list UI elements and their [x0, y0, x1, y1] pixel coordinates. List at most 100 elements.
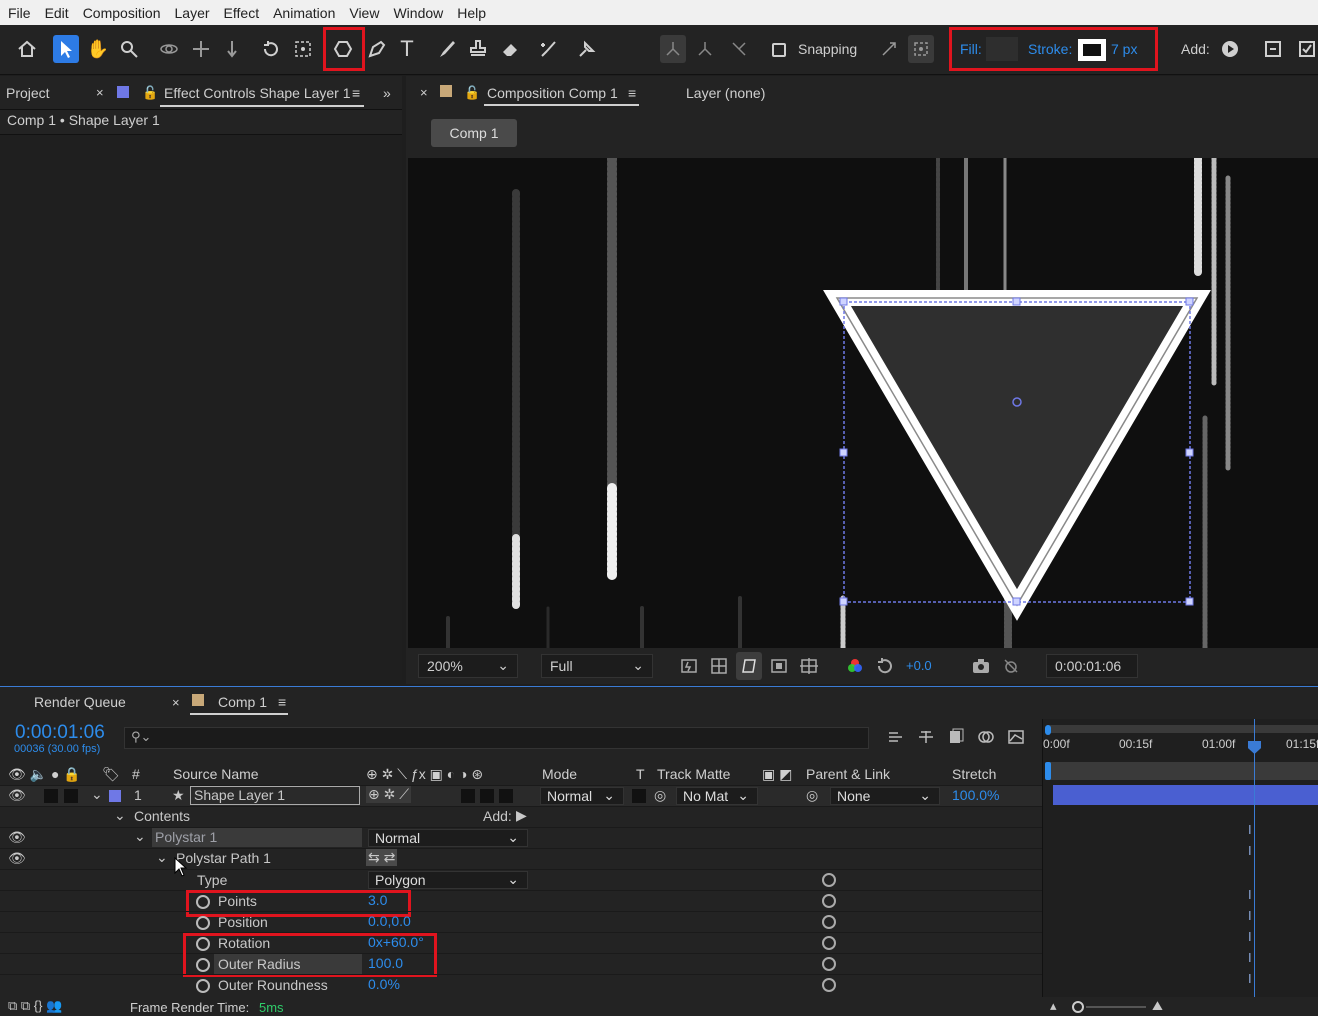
- pan-camera-icon[interactable]: [188, 35, 214, 63]
- menu-file[interactable]: File: [8, 5, 31, 21]
- magnification-dropdown[interactable]: 200% ⌄: [418, 654, 518, 678]
- selection-tool-icon[interactable]: [53, 35, 79, 63]
- zoom-tool-icon[interactable]: [116, 35, 142, 63]
- orbit-camera-icon[interactable]: [156, 35, 182, 63]
- keyframe-icon[interactable]: I: [1248, 971, 1252, 986]
- solo-toggle[interactable]: [44, 789, 58, 803]
- expression-pick-whip-icon[interactable]: [822, 957, 836, 971]
- time-ruler[interactable]: 0:00f 00:15f 01:00f 01:15f: [1043, 737, 1318, 759]
- type-tool-icon[interactable]: T: [394, 35, 420, 63]
- timeline-graph[interactable]: 0:00f 00:15f 01:00f 01:15f I I I I I I I: [1042, 719, 1318, 1016]
- layer-switches-icons[interactable]: ⊕ ✲ ⟋: [366, 786, 412, 803]
- snapshot-camera-icon[interactable]: [968, 652, 994, 680]
- parent-dropdown[interactable]: None ⌄: [830, 787, 940, 805]
- expression-pick-whip-icon[interactable]: [822, 873, 836, 887]
- keyframe-icon[interactable]: I: [1248, 822, 1252, 837]
- home-icon[interactable]: [14, 35, 40, 63]
- tab-comp-1[interactable]: Comp 1: [218, 694, 267, 710]
- keyframe-icon[interactable]: I: [1248, 929, 1252, 944]
- panel-menu-icon[interactable]: ≡: [352, 85, 360, 101]
- col-stretch[interactable]: Stretch: [952, 766, 996, 782]
- menu-edit[interactable]: Edit: [45, 5, 69, 21]
- close-tab-icon[interactable]: ×: [172, 695, 180, 710]
- channels-icon[interactable]: [842, 652, 868, 680]
- keyframe-icon[interactable]: I: [1248, 887, 1252, 902]
- snap-features-icon[interactable]: [908, 35, 934, 63]
- col-source-name[interactable]: Source Name: [173, 766, 259, 782]
- expand-chevron-icon[interactable]: ⌄: [134, 828, 146, 845]
- resolution-dropdown[interactable]: Full ⌄: [541, 654, 653, 678]
- expand-panels-icon[interactable]: »: [383, 85, 391, 101]
- layer-name[interactable]: Shape Layer 1: [190, 786, 360, 805]
- work-area-bar[interactable]: [1047, 725, 1318, 733]
- zoom-in-icon[interactable]: ⛰: [1152, 998, 1163, 1014]
- stopwatch-icon[interactable]: [196, 979, 210, 993]
- contents-row[interactable]: ⌄ Contents Add: ▶: [0, 806, 1042, 827]
- dolly-camera-icon[interactable]: [219, 35, 245, 63]
- expand-chevron-icon[interactable]: ⌄: [114, 807, 126, 824]
- tab-render-queue[interactable]: Render Queue: [34, 694, 126, 710]
- current-time[interactable]: 0:00:01:06: [15, 722, 105, 744]
- fast-previews-icon[interactable]: [676, 652, 702, 680]
- col-track-matte[interactable]: Track Matte: [657, 766, 730, 782]
- fill-color-swatch[interactable]: [986, 37, 1018, 61]
- polystar-group-name[interactable]: Polystar 1: [152, 828, 362, 847]
- lock-toggle[interactable]: [64, 789, 78, 803]
- brush-tool-icon[interactable]: [434, 35, 460, 63]
- anchor-point-tool-icon[interactable]: [290, 35, 316, 63]
- add-play-icon[interactable]: [1217, 35, 1243, 63]
- puppet-pin-tool-icon[interactable]: [574, 35, 600, 63]
- expression-pick-whip-icon[interactable]: [822, 978, 836, 992]
- clone-stamp-tool-icon[interactable]: [465, 35, 491, 63]
- lock-icon[interactable]: 🔓: [464, 85, 480, 101]
- property-row-outer-roundness[interactable]: Outer Roundness 0.0%: [0, 974, 1042, 995]
- position-value[interactable]: 0.0,0.0: [368, 913, 411, 929]
- stroke-color-swatch[interactable]: [1078, 39, 1106, 61]
- layer-duration-bar[interactable]: [1053, 785, 1318, 805]
- menu-effect[interactable]: Effect: [224, 5, 260, 21]
- pick-whip-icon[interactable]: ◎: [654, 787, 666, 804]
- eye-icon[interactable]: 👁: [8, 787, 26, 804]
- type-dropdown[interactable]: Polygon ⌄: [368, 871, 528, 889]
- tab-effect-controls[interactable]: Effect Controls Shape Layer 1: [164, 85, 351, 101]
- polystar-mode-dropdown[interactable]: Normal ⌄: [368, 829, 528, 847]
- mode-dropdown[interactable]: Normal ⌄: [540, 787, 624, 805]
- region-of-interest-icon[interactable]: [766, 652, 792, 680]
- tab-composition[interactable]: Composition Comp 1: [487, 85, 618, 101]
- snap-edge-icon[interactable]: [876, 35, 902, 63]
- close-tab-icon[interactable]: ×: [96, 85, 104, 100]
- polystar-group-row[interactable]: 👁 ⌄ Polystar 1 Normal ⌄: [0, 827, 1042, 848]
- fill-label[interactable]: Fill:: [960, 41, 982, 57]
- show-snapshot-icon[interactable]: [998, 652, 1024, 680]
- motion-blur-icon[interactable]: [974, 725, 998, 749]
- roto-brush-tool-icon[interactable]: [536, 35, 562, 63]
- switch-box[interactable]: [461, 789, 475, 803]
- eraser-tool-icon[interactable]: [497, 35, 523, 63]
- graph-editor-icon[interactable]: [1004, 725, 1028, 749]
- preserve-transparency-toggle[interactable]: [632, 789, 646, 803]
- property-row-position[interactable]: Position 0.0,0.0: [0, 911, 1042, 932]
- zoom-out-icon[interactable]: ▴: [1050, 998, 1057, 1014]
- toggle-panel-icon[interactable]: [1260, 35, 1286, 63]
- property-row-outer-radius[interactable]: Outer Radius 100.0: [0, 953, 1042, 974]
- snapping-checkbox[interactable]: [772, 43, 786, 57]
- switch-box[interactable]: [499, 789, 513, 803]
- checkbox-icon[interactable]: [1294, 35, 1318, 63]
- stretch-value[interactable]: 100.0%: [952, 787, 999, 803]
- keyframe-icon[interactable]: I: [1248, 908, 1252, 923]
- keyframe-icon[interactable]: I: [1248, 843, 1252, 858]
- expand-chevron-icon[interactable]: ⌄: [91, 786, 103, 803]
- view-axis-icon[interactable]: [726, 35, 752, 63]
- shy-layers-icon[interactable]: [914, 725, 938, 749]
- pen-tool-icon[interactable]: [364, 35, 390, 63]
- path-direction-icons[interactable]: ⇆ ⇄: [366, 849, 398, 866]
- close-tab-icon[interactable]: ×: [420, 85, 428, 100]
- frame-blending-icon[interactable]: [944, 725, 968, 749]
- tab-layer[interactable]: Layer (none): [686, 85, 765, 101]
- menu-view[interactable]: View: [349, 5, 379, 21]
- expression-pick-whip-icon[interactable]: [822, 936, 836, 950]
- menu-window[interactable]: Window: [393, 5, 443, 21]
- zoom-slider-handle[interactable]: [1072, 1001, 1084, 1013]
- playhead[interactable]: [1254, 719, 1255, 1016]
- expand-chevron-icon[interactable]: ⌄: [156, 849, 168, 866]
